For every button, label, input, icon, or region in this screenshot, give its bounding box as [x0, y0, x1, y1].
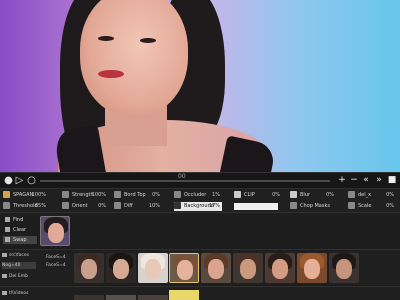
clear-icon — [5, 227, 10, 232]
faceset-selector[interactable]: Neg=40 — [2, 262, 36, 269]
swap-faces-icon — [5, 237, 10, 242]
bord-top-control[interactable]: Bord Top 0% — [114, 191, 162, 200]
clip-control[interactable]: CLIP 0% — [234, 191, 282, 200]
scale-icon — [348, 202, 355, 209]
diff-icon — [114, 202, 121, 209]
swap-icon — [3, 191, 10, 198]
thumb-face — [240, 259, 256, 279]
swap-faces-button[interactable]: Swap — [3, 236, 37, 244]
video-thumb-4[interactable] — [169, 290, 199, 300]
swap-model-control[interactable]: SPAGAN 100% — [3, 191, 48, 200]
blur-icon — [290, 191, 297, 198]
scale-control[interactable]: Scale 0% — [348, 202, 396, 211]
background-icon — [174, 202, 181, 209]
faceset-label-2: FaceS=4 — [46, 263, 66, 268]
portrait-eye-left — [98, 36, 114, 41]
source-face-3[interactable] — [138, 253, 168, 283]
thumb-face — [48, 223, 64, 243]
portrait-dress-right — [217, 135, 277, 172]
source-face-4[interactable] — [169, 253, 199, 283]
source-face-2[interactable] — [106, 253, 136, 283]
timeline-track[interactable]: 00 — [40, 173, 330, 182]
threshold-icon — [3, 202, 10, 209]
remove-marker-button[interactable]: − — [348, 174, 360, 187]
orient-control[interactable]: Orient 0% — [62, 202, 108, 211]
timeline-marker: 00 — [178, 173, 186, 180]
videos-folder-path[interactable]: tl\Videos — [2, 290, 36, 297]
orient-icon — [62, 202, 69, 209]
source-faces-panel: src\faces Neg=40 Del Emb FaceS=4 FaceS=4 — [0, 249, 400, 285]
thumb-face — [113, 259, 129, 279]
video-thumb-3[interactable] — [138, 295, 168, 300]
folder-icon — [2, 290, 7, 295]
blur-control[interactable]: Blur 0% — [290, 191, 336, 200]
video-preview — [0, 0, 400, 172]
clear-faces-button[interactable]: Clear — [3, 226, 37, 234]
portrait-eye-right — [140, 38, 156, 43]
found-faces-panel: Find Clear Swap — [0, 212, 400, 248]
source-face-5[interactable] — [201, 253, 231, 283]
timeline-bar: ● ▷ ○ 00 + − « » ■ — [0, 172, 400, 188]
chop-masks-control[interactable]: Chop Masks — [290, 202, 336, 211]
videos-panel: tl\Videos — [0, 286, 400, 300]
clip-icon — [234, 191, 241, 198]
diff-control[interactable]: Diff 10% — [114, 202, 162, 211]
source-face-6[interactable] — [233, 253, 263, 283]
source-face-8[interactable] — [297, 253, 327, 283]
source-face-7[interactable] — [265, 253, 295, 283]
del-control[interactable]: del_x 0% — [348, 191, 396, 200]
stop-circle-icon[interactable]: ○ — [26, 175, 37, 186]
video-thumb-2[interactable] — [106, 295, 136, 300]
strength-icon — [62, 191, 69, 198]
delete-embedding-button[interactable]: Del Emb — [2, 273, 36, 280]
play-icon[interactable]: ▷ — [14, 175, 25, 186]
thumb-face — [336, 259, 352, 279]
faces-folder-path[interactable]: src\faces — [2, 252, 36, 259]
next-marker-button[interactable]: » — [373, 174, 385, 187]
faceset-label-1: FaceS=4 — [46, 255, 66, 260]
thumb-face — [177, 260, 193, 280]
threshold-control[interactable]: Threshold 65% — [3, 202, 48, 211]
border-icon — [114, 191, 121, 198]
thumb-face — [272, 259, 288, 279]
prev-marker-button[interactable]: « — [360, 174, 372, 187]
strength-control[interactable]: Strength 100% — [62, 191, 108, 200]
del-icon — [348, 191, 355, 198]
folder-icon — [2, 252, 7, 257]
add-marker-button[interactable]: + — [336, 174, 348, 187]
parameter-controls: SPAGAN 100% Strength 100% Bord Top 0% Occlu… — [0, 188, 400, 212]
find-icon — [5, 217, 10, 222]
background-control[interactable]: Background 17% — [174, 202, 222, 211]
occluder-icon — [174, 191, 181, 198]
video-thumb-1[interactable] — [74, 295, 104, 300]
found-face-thumbnail[interactable] — [40, 216, 70, 246]
stop-button[interactable]: ■ — [386, 174, 398, 187]
background-slider[interactable] — [234, 203, 278, 210]
thumb-face — [81, 259, 97, 279]
thumb-face — [208, 259, 224, 279]
occluder-control[interactable]: Occluder 1% — [174, 191, 222, 200]
portrait-face — [80, 0, 188, 116]
portrait-lips — [98, 70, 124, 78]
thumb-face — [145, 259, 161, 279]
find-faces-button[interactable]: Find — [3, 216, 37, 224]
record-icon[interactable]: ● — [3, 175, 14, 186]
source-face-1[interactable] — [74, 253, 104, 283]
thumb-face — [304, 259, 320, 279]
source-face-9[interactable] — [329, 253, 359, 283]
delete-icon — [2, 273, 7, 278]
chop-masks-icon — [290, 202, 297, 209]
